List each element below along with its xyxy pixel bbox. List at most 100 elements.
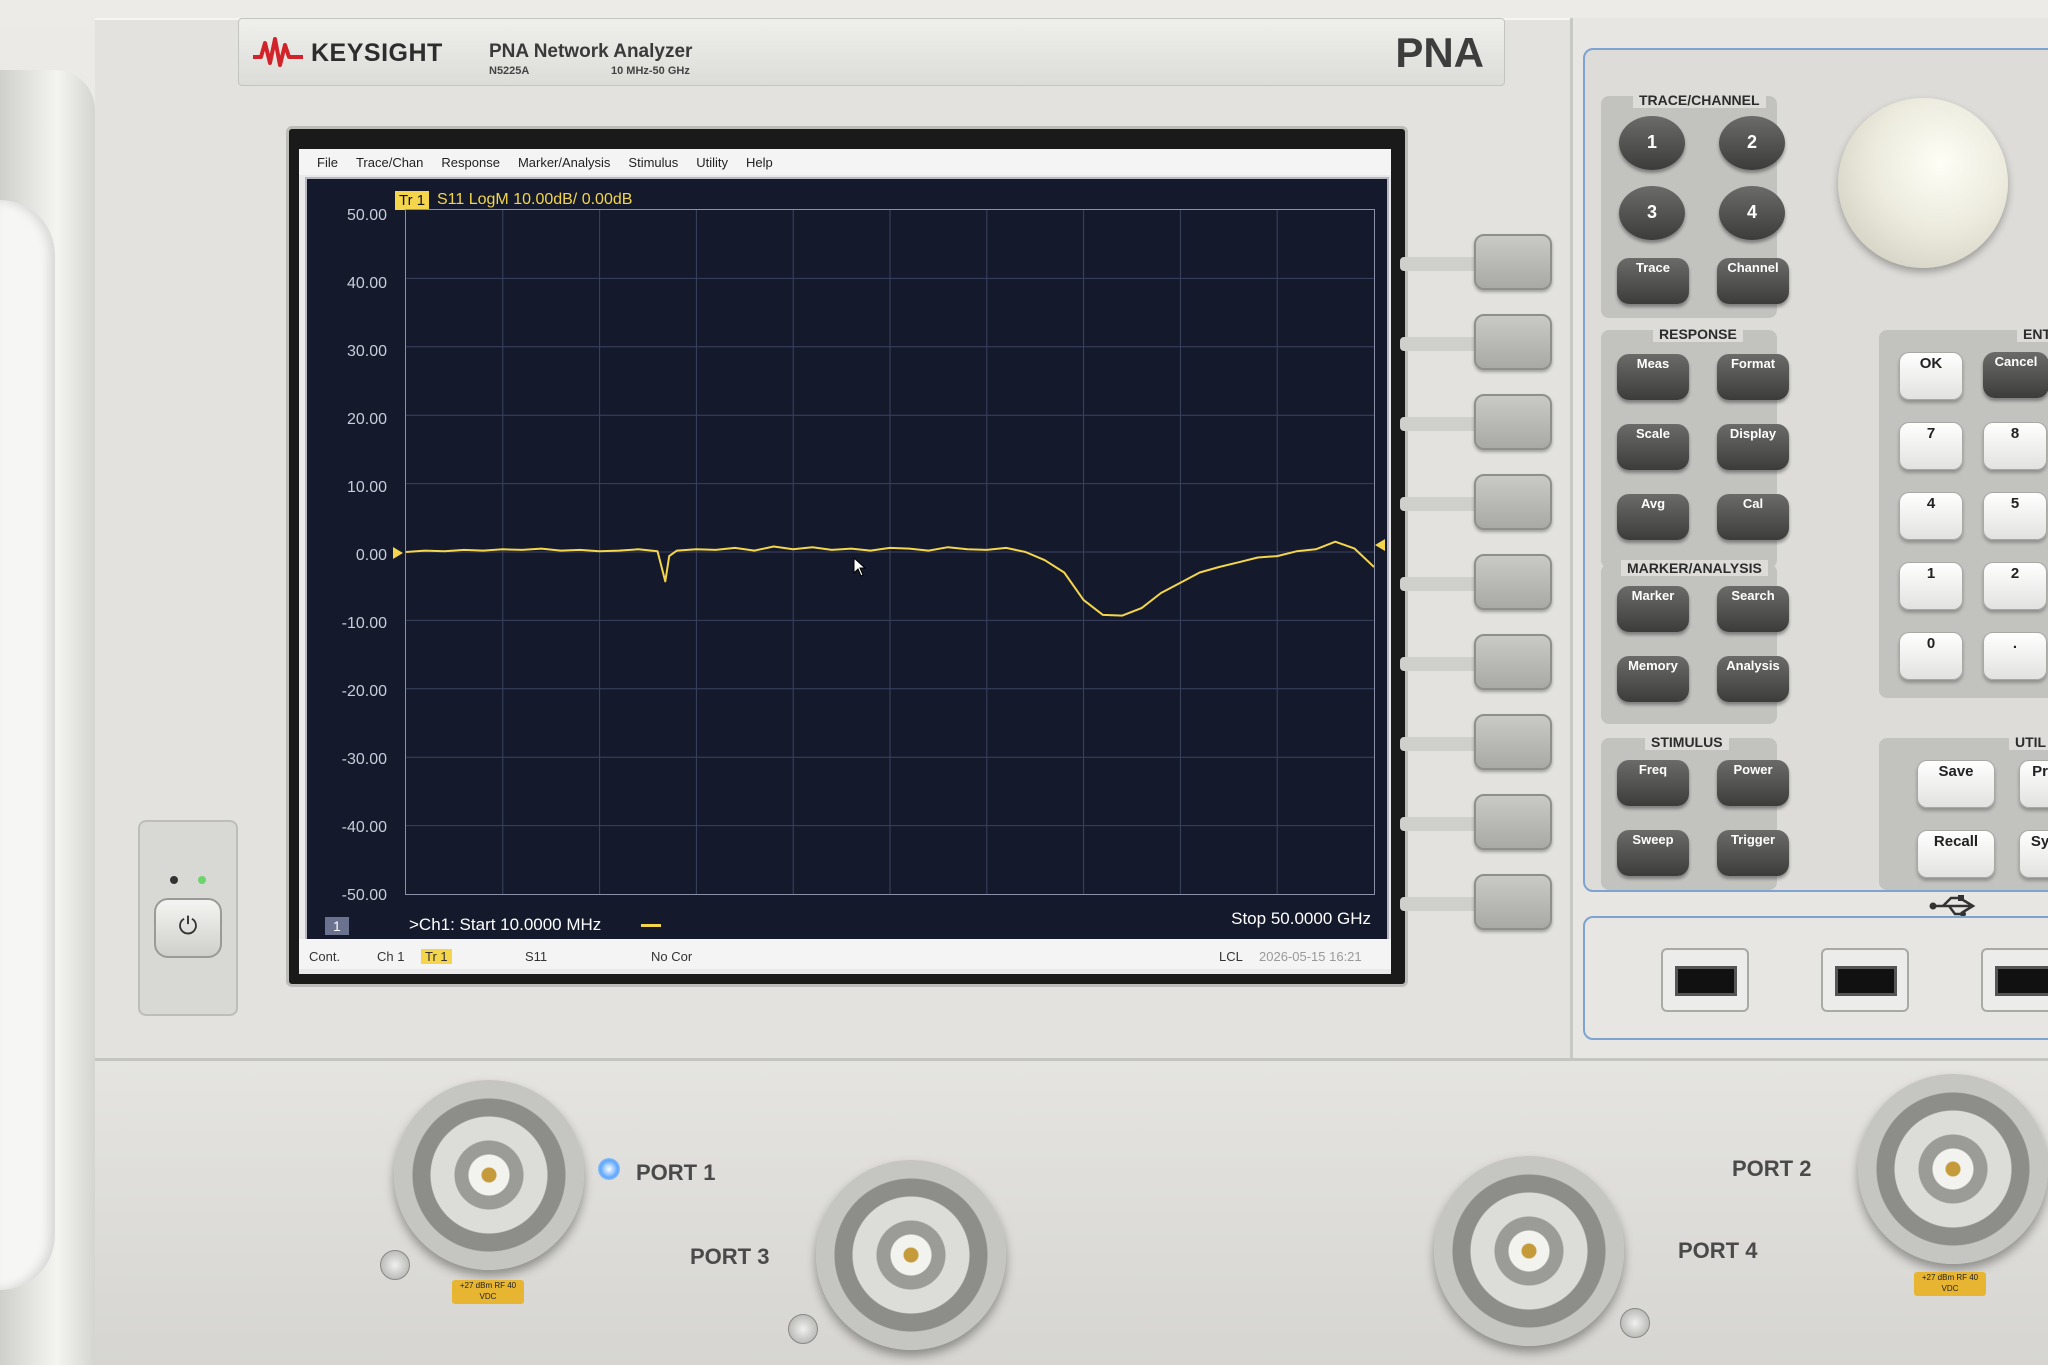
menu-trace-chan[interactable]: Trace/Chan (356, 155, 423, 170)
format-button[interactable]: Format (1717, 354, 1789, 400)
correction-status: No Cor (651, 949, 693, 964)
port-1-label: PORT 1 (636, 1160, 716, 1185)
datetime-status: 2026-05-15 16:21 (1259, 949, 1362, 964)
softkey-5[interactable] (1474, 554, 1552, 610)
meas-button[interactable]: Meas (1617, 354, 1689, 400)
preset-key[interactable]: Pr (2019, 760, 2048, 808)
save-key[interactable]: Save (1917, 760, 1995, 808)
rotary-knob[interactable] (1838, 98, 2008, 268)
status-bar: Cont. Ch 1 Tr 1 S11 No Cor LCL 2026-05-1… (299, 939, 1391, 969)
marker-button[interactable]: Marker (1617, 586, 1689, 632)
menu-file[interactable]: File (317, 155, 338, 170)
trace-tag[interactable]: Tr 1 (395, 191, 430, 210)
model-number: N5225A (489, 65, 530, 77)
softkey-3[interactable] (1474, 394, 1552, 450)
frequency-range: 10 MHz-50 GHz (611, 65, 690, 77)
trace-key-4[interactable]: 4 (1719, 186, 1785, 240)
trace-key-3[interactable]: 3 (1619, 186, 1685, 240)
softkey-9[interactable] (1474, 874, 1552, 930)
trigger-button[interactable]: Trigger (1717, 830, 1789, 876)
digit-5-key[interactable]: 5 (1983, 492, 2047, 540)
scale-button[interactable]: Scale (1617, 424, 1689, 470)
softkey-2[interactable] (1474, 314, 1552, 370)
trace-key-2[interactable]: 2 (1719, 116, 1785, 170)
sweep-button[interactable]: Sweep (1617, 830, 1689, 876)
header-bar: KEYSIGHT PNA Network Analyzer N5225A 10 … (238, 18, 1505, 86)
y-tick-label: -20.00 (341, 683, 387, 700)
freq-button[interactable]: Freq (1617, 760, 1689, 806)
port-4-connector[interactable] (1434, 1156, 1624, 1346)
y-tick-label: 50.00 (346, 207, 387, 224)
port-1-warning-label: +27 dBm RF 40 VDC (452, 1280, 524, 1304)
section-title-marker-analysis: MARKER/ANALYSIS (1621, 560, 1768, 576)
menu-help[interactable]: Help (746, 155, 773, 170)
power-button[interactable]: ⏻ (154, 898, 222, 958)
section-title-stimulus: STIMULUS (1645, 734, 1729, 750)
recall-key[interactable]: Recall (1917, 830, 1995, 878)
section-title-trace-channel: TRACE/CHANNEL (1633, 92, 1766, 108)
digit-0-key[interactable]: 0 (1899, 632, 1963, 680)
power-level-button[interactable]: Power (1717, 760, 1789, 806)
y-tick-label: 0.00 (355, 547, 387, 564)
channel-status: Ch 1 (377, 949, 405, 964)
softkey-6[interactable] (1474, 634, 1552, 690)
port-2-connector[interactable] (1858, 1074, 2048, 1264)
digit-1-key[interactable]: 1 (1899, 562, 1963, 610)
keysight-logo-icon (253, 37, 303, 67)
softkey-7[interactable] (1474, 714, 1552, 770)
mouse-cursor-icon (853, 557, 867, 577)
ok-key[interactable]: OK (1899, 352, 1963, 400)
port-3-connector[interactable] (816, 1160, 1006, 1350)
system-key[interactable]: Sy (2019, 830, 2048, 878)
usb-port-3[interactable] (1981, 948, 2048, 1012)
pna-badge: PNA (1395, 29, 1484, 76)
port-1-connector[interactable] (394, 1080, 584, 1270)
standby-led (170, 876, 178, 884)
trace-key-1[interactable]: 1 (1619, 116, 1685, 170)
screw (1620, 1308, 1650, 1338)
reference-marker-left (393, 547, 403, 559)
control-status: LCL (1219, 949, 1243, 964)
port-1-active-led (598, 1158, 620, 1180)
menu-response[interactable]: Response (441, 155, 500, 170)
avg-button[interactable]: Avg (1617, 494, 1689, 540)
digit-4-key[interactable]: 4 (1899, 492, 1963, 540)
channel-button[interactable]: Channel (1717, 258, 1789, 304)
network-analyzer-instrument: KEYSIGHT PNA Network Analyzer N5225A 10 … (0, 0, 2048, 1365)
menu-stimulus[interactable]: Stimulus (628, 155, 678, 170)
y-tick-label: 10.00 (346, 479, 387, 496)
analysis-button[interactable]: Analysis (1717, 656, 1789, 702)
decimal-point-key[interactable]: . (1983, 632, 2047, 680)
power-led (198, 876, 206, 884)
usb-port-1[interactable] (1661, 948, 1749, 1012)
key-panel: TRACE/CHANNEL 1 2 3 4 Trace Channel RESP… (1570, 18, 2048, 1058)
section-title-entry: ENT (2017, 326, 2048, 342)
menu-utility[interactable]: Utility (696, 155, 728, 170)
plot-grid[interactable] (405, 209, 1375, 895)
usb-port-2[interactable] (1821, 948, 1909, 1012)
channel-indicator[interactable]: 1 (325, 917, 349, 935)
cancel-key[interactable]: Cancel (1983, 352, 2048, 398)
menu-marker-analysis[interactable]: Marker/Analysis (518, 155, 610, 170)
softkey-4[interactable] (1474, 474, 1552, 530)
cal-button[interactable]: Cal (1717, 494, 1789, 540)
power-area: ⏻ (138, 820, 238, 1016)
port-2-warning-label: +27 dBm RF 40 VDC (1914, 1272, 1986, 1296)
digit-8-key[interactable]: 8 (1983, 422, 2047, 470)
start-frequency[interactable]: >Ch1: Start 10.0000 MHz (409, 915, 601, 935)
stop-frequency[interactable]: Stop 50.0000 GHz (1231, 909, 1371, 929)
softkey-8[interactable] (1474, 794, 1552, 850)
section-title-response: RESPONSE (1653, 326, 1743, 342)
digit-2-key[interactable]: 2 (1983, 562, 2047, 610)
digit-7-key[interactable]: 7 (1899, 422, 1963, 470)
softkey-1[interactable] (1474, 234, 1552, 290)
display-button[interactable]: Display (1717, 424, 1789, 470)
display-screen: File Trace/Chan Response Marker/Analysis… (299, 149, 1391, 974)
sweep-mode-status[interactable]: Cont. (309, 949, 340, 964)
trace-button[interactable]: Trace (1617, 258, 1689, 304)
y-tick-label: -40.00 (341, 819, 387, 836)
y-tick-label: 20.00 (346, 411, 387, 428)
memory-button[interactable]: Memory (1617, 656, 1689, 702)
search-button[interactable]: Search (1717, 586, 1789, 632)
y-tick-label: -10.00 (341, 615, 387, 632)
